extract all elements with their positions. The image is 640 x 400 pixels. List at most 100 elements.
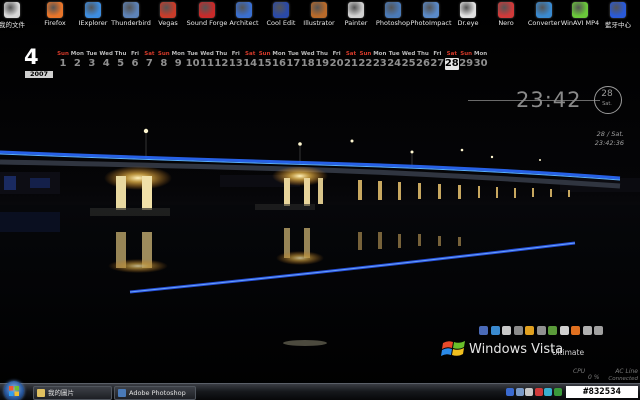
converter-icon [536,2,552,18]
calendar-weekday: Sat [144,51,155,57]
desktop[interactable]: 我的文件 Firefox IExplorer Thunderbird Vegas Soun… [0,0,640,400]
photoshop-icon [118,389,126,397]
calendar-day: Fri 13 [229,51,243,73]
calendar-weekday: Mon [474,51,488,57]
calendar-date: 18 [300,58,315,69]
calendar-date: 27 [430,58,445,69]
update-icon[interactable] [544,388,552,396]
app-icon-7[interactable] [548,326,557,335]
calendar-weekday: Sun [57,51,69,57]
messenger-icon[interactable] [553,388,562,396]
app-icon-1[interactable] [479,326,488,335]
dock-item-label: 我的文件 [0,21,25,29]
volume-icon[interactable] [525,388,533,396]
app-icon-10[interactable] [582,326,592,335]
app-icon-9[interactable] [571,326,580,335]
taskbar-button-label: Adobe Photoshop [129,389,186,397]
calendar-date: 13 [228,58,243,69]
calendar-day: Wed 11 [200,51,214,73]
calendar-date: 19 [315,58,330,69]
app-icon-2[interactable] [490,326,500,335]
calendar-date: 24 [387,58,402,69]
dock-item-folder[interactable]: 我的文件 [0,0,34,30]
calendar-weekday: Thu [215,51,228,57]
calendar-day: Thu 12 [214,51,228,73]
calendar-date: 28 [444,58,459,70]
photoshop-icon [385,2,401,18]
thunderbird-icon [123,2,139,18]
calendar-weekday: Tue [388,51,400,57]
calendar-weekday: Sun [359,51,372,57]
calendar-day: Thu 19 [315,51,329,73]
windows-vista-name: Windows Vista [469,342,564,357]
app-icon-11[interactable] [594,326,603,335]
firefox-icon [47,2,63,18]
calendar-date: 6 [131,58,139,69]
calendar-date: 25 [401,58,416,69]
calendar-weekday: Thu [417,51,429,57]
calendar-day: Sat 14 [243,51,257,73]
help-icon[interactable] [506,388,514,396]
app-icon-3[interactable] [502,326,511,335]
app-icon-4[interactable] [513,326,523,335]
calendar-date: 9 [174,58,182,69]
start-button[interactable] [4,381,24,400]
windows-logo-icon [441,341,465,356]
calendar-date: 29 [459,58,474,69]
clock-date-number: 28 [601,89,613,99]
security-icon[interactable] [534,388,543,396]
calendar-weekday: Thu [316,51,328,57]
calendar-day: Sat 7 [142,51,156,73]
architect-icon [236,2,252,18]
calendar-day: Mon 9 [171,51,185,73]
calendar-date: 5 [117,58,125,69]
calendar-day: Sun 1 [56,51,70,73]
clock-sub-time: 23:42:36 [594,139,624,147]
calendar-weekday: Wed [401,51,416,57]
calendar-day: Wed 18 [301,51,315,73]
app-icon-5[interactable] [525,326,534,335]
taskbar-button-pictures[interactable]: 我的圖片 [33,386,112,400]
vegas-icon [160,2,176,18]
network-icon[interactable] [515,388,524,396]
dock-item-bluetooth[interactable]: 藍牙中心 [596,0,640,30]
app-icon-6[interactable] [536,326,546,335]
windows-flag-icon [9,386,19,396]
calendar-date: 30 [473,58,488,69]
clock-time: 23:42 [516,88,582,112]
calendar-date: 1 [59,58,67,69]
calendar-date: 3 [88,58,96,69]
calendar-weekday: Wed [301,51,315,57]
nero-icon [498,2,514,18]
dock-item-vegas[interactable]: Vegas [146,0,190,30]
photoimpact-icon [423,2,439,18]
calendar-day: Mon 16 [272,51,286,73]
dock-item-label: 藍牙中心 [605,21,631,29]
app-icon-8[interactable] [559,326,569,335]
dock-item-label: Vegas [158,19,178,27]
calendar-weekday: Sat [245,51,256,57]
calendar-date: 20 [329,58,344,69]
ie-icon [85,2,101,18]
calendar-day: Fri 27 [430,51,444,73]
dreye-icon [460,2,476,18]
bluetooth-icon [610,2,626,18]
cool-edit-icon [273,2,289,18]
calendar-day: Wed 4 [99,51,113,73]
calendar-weekday: Thu [114,51,127,57]
taskbar-button-label: 我的圖片 [48,389,74,397]
illustrator-icon [311,2,327,18]
calendar-weekday: Tue [287,51,299,57]
calendar-date: 22 [358,58,373,69]
calendar-weekday: Mon [171,51,185,57]
calendar-date: 12 [214,58,229,69]
calendar-weekday: Sun [157,51,170,57]
taskbar-clock[interactable]: #832534 [566,386,638,398]
calendar-weekday: Mon [272,51,286,57]
taskbar: 我的圖片 Adobe Photoshop #832534 [0,381,640,400]
calendar-month: 4 [24,45,39,69]
calendar-weekday: Tue [86,51,98,57]
calendar-day: Thu 5 [114,51,128,73]
painter-icon [348,2,364,18]
taskbar-button-photoshop[interactable]: Adobe Photoshop [114,386,196,400]
